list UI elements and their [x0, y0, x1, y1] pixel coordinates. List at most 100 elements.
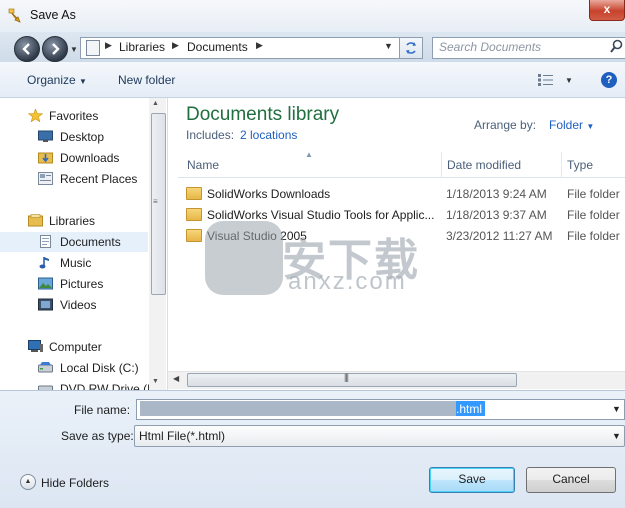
file-name-label: File name: — [74, 403, 131, 417]
save-as-type-dropdown-icon[interactable]: ▼ — [612, 431, 621, 441]
arrange-by-value: Folder — [549, 118, 584, 132]
nav-dvd-drive[interactable]: DVD RW Drive (D — [0, 379, 156, 390]
new-folder-button[interactable]: New folder — [118, 73, 175, 87]
file-type: File folder — [567, 187, 620, 201]
view-options-dropdown-icon[interactable]: ▼ — [565, 76, 573, 85]
file-name: SolidWorks Visual Studio Tools for Appli… — [207, 208, 435, 222]
library-icon — [86, 40, 100, 56]
column-header-row — [178, 152, 625, 178]
breadcrumb-libraries[interactable]: Libraries — [119, 40, 165, 54]
arrange-by-dropdown[interactable]: Folder ▼ — [549, 118, 594, 132]
search-placeholder: Search Documents — [439, 40, 542, 54]
watermark-subtext: anxz.com — [288, 268, 407, 295]
breadcrumb-separator-icon[interactable]: ▶ — [256, 40, 263, 51]
column-header-type[interactable]: Type — [567, 158, 593, 172]
search-icon[interactable] — [610, 39, 623, 53]
documents-icon — [40, 235, 51, 248]
file-row[interactable]: SolidWorks Downloads 1/18/2013 9:24 AM F… — [178, 183, 625, 204]
watermark-shield-icon — [205, 221, 283, 295]
videos-icon — [38, 298, 53, 311]
breadcrumb-separator-icon[interactable]: ▶ — [105, 40, 112, 51]
recent-pages-dropdown-icon[interactable]: ▼ — [70, 45, 78, 54]
arrange-by-label: Arrange by: — [474, 118, 537, 132]
sort-ascending-icon: ▲ — [305, 150, 313, 159]
cancel-button[interactable]: Cancel — [526, 467, 616, 493]
nav-label: Videos — [60, 298, 97, 312]
toolbar — [0, 62, 625, 98]
view-details-icon[interactable] — [538, 74, 554, 86]
nav-downloads[interactable]: Downloads — [0, 148, 148, 168]
nav-favorites[interactable]: Favorites — [0, 106, 148, 126]
scroll-down-icon[interactable]: ▼ — [152, 378, 159, 385]
nav-label: Recent Places — [60, 172, 138, 186]
scroll-grip-icon: ||| — [344, 372, 349, 382]
nav-videos[interactable]: Videos — [0, 295, 148, 315]
title-bar[interactable] — [0, 0, 625, 33]
nav-label: Local Disk (C:) — [60, 361, 139, 375]
nav-computer[interactable]: Computer — [0, 337, 148, 357]
folder-icon — [186, 187, 202, 200]
save-as-type-label: Save as type: — [61, 429, 134, 443]
nav-local-disk[interactable]: Local Disk (C:) — [0, 358, 148, 378]
window-title: Save As — [30, 8, 76, 22]
nav-recent-places[interactable]: Recent Places — [0, 169, 148, 189]
nav-music[interactable]: Music — [0, 253, 148, 273]
nav-label: Downloads — [60, 151, 120, 165]
address-dropdown-icon[interactable]: ▼ — [384, 41, 393, 51]
forward-button[interactable] — [42, 36, 68, 62]
file-name-redacted — [140, 401, 456, 416]
nav-desktop[interactable]: Desktop — [0, 127, 148, 147]
nav-libraries[interactable]: Libraries — [0, 211, 148, 231]
nav-label: Documents — [60, 235, 121, 249]
desktop-icon — [38, 130, 53, 142]
breadcrumb-documents[interactable]: Documents — [187, 40, 248, 54]
pictures-icon — [38, 277, 53, 290]
column-header-name[interactable]: Name — [187, 158, 219, 172]
nav-label: Libraries — [49, 214, 96, 228]
column-header-date[interactable]: Date modified — [447, 158, 521, 172]
close-button[interactable]: x — [589, 0, 625, 21]
file-type: File folder — [567, 229, 620, 243]
file-date: 1/18/2013 9:24 AM — [446, 187, 547, 201]
scroll-up-icon[interactable]: ▲ — [152, 100, 159, 107]
computer-icon — [28, 340, 43, 352]
refresh-button[interactable] — [400, 37, 423, 59]
hard-drive-icon — [38, 362, 53, 373]
horizontal-scrollbar-thumb[interactable] — [187, 373, 517, 387]
music-icon — [39, 257, 49, 269]
folder-icon — [186, 208, 202, 221]
scroll-left-icon[interactable]: ◀ — [173, 374, 179, 383]
nav-pictures[interactable]: Pictures — [0, 274, 148, 294]
save-button[interactable]: Save — [429, 467, 515, 493]
star-icon — [28, 109, 43, 122]
downloads-folder-icon — [38, 152, 53, 164]
column-divider[interactable] — [561, 152, 562, 177]
nav-documents[interactable]: Documents — [0, 232, 148, 252]
file-date: 1/18/2013 9:37 AM — [446, 208, 547, 222]
nav-label: Favorites — [49, 109, 99, 123]
back-arrow-icon — [22, 43, 30, 55]
nav-label: Desktop — [60, 130, 105, 144]
save-as-icon — [8, 8, 21, 23]
chevron-down-icon: ▼ — [79, 77, 87, 86]
recent-places-icon — [38, 172, 53, 185]
library-title: Documents library — [186, 104, 340, 125]
back-button[interactable] — [14, 36, 40, 62]
column-divider[interactable] — [441, 152, 442, 177]
file-name: SolidWorks Downloads — [207, 187, 331, 201]
organize-button[interactable]: Organize ▼ — [27, 73, 87, 87]
breadcrumb-separator-icon[interactable]: ▶ — [172, 40, 179, 51]
hide-folders-chevron-icon[interactable]: ▲ — [20, 474, 36, 490]
scroll-grip-icon: ≡ — [153, 197, 158, 206]
file-name-dropdown-icon[interactable]: ▼ — [612, 404, 621, 414]
refresh-icon — [406, 42, 416, 54]
hide-folders-button[interactable]: Hide Folders — [41, 476, 109, 490]
libraries-icon — [28, 214, 43, 227]
help-icon[interactable]: ? — [601, 72, 617, 88]
file-name-extension: .html — [456, 402, 483, 416]
includes-locations-link[interactable]: 2 locations — [240, 128, 297, 142]
file-date: 3/23/2012 11:27 AM — [446, 229, 553, 243]
nav-label: DVD RW Drive (D — [60, 382, 156, 390]
file-type: File folder — [567, 208, 620, 222]
chevron-down-icon: ▼ — [586, 122, 595, 131]
